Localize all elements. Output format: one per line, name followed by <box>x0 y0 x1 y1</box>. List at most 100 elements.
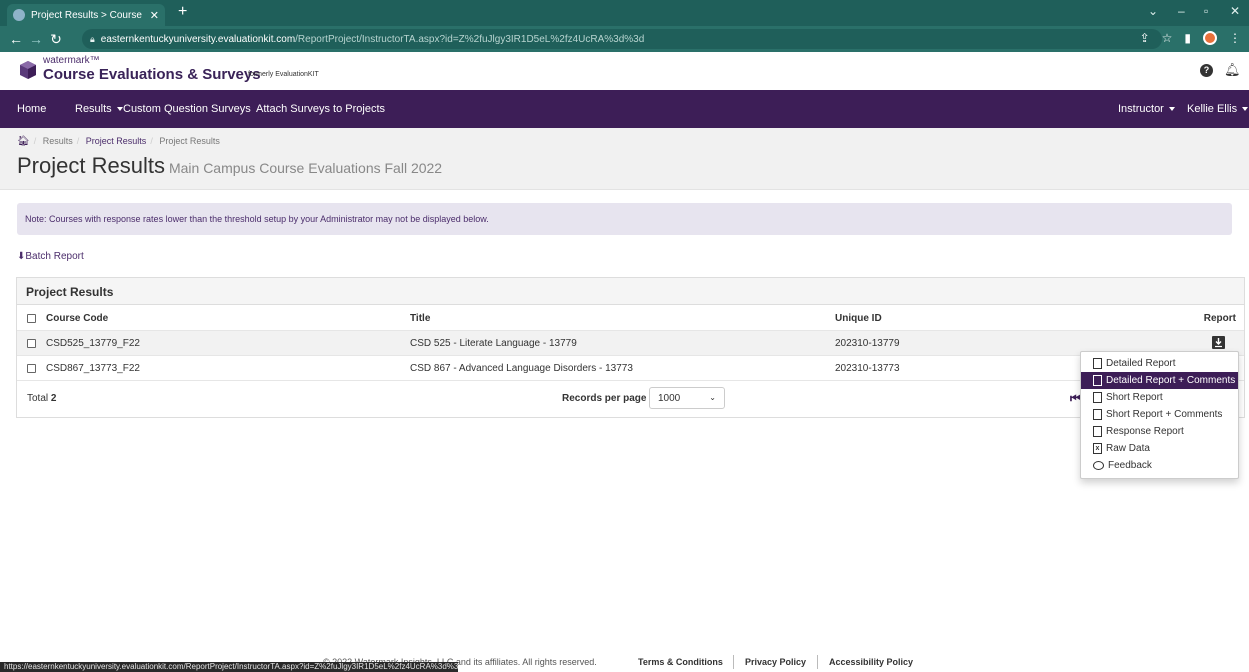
column-title: Title <box>410 313 431 324</box>
nav-role-label: Instructor <box>1118 103 1164 115</box>
menu-item-raw-data[interactable]: x Raw Data <box>1081 440 1238 457</box>
logo-watermark-text: watermark™ <box>43 55 100 66</box>
column-report: Report <box>1203 313 1236 324</box>
nav-attach-surveys[interactable]: Attach Surveys to Projects <box>256 103 385 115</box>
menu-item-label: Short Report <box>1106 392 1163 403</box>
reload-icon[interactable]: ↻ <box>46 31 66 48</box>
course-code: CSD867_13773_F22 <box>46 363 140 374</box>
close-tab-icon[interactable]: ✕ <box>150 9 159 22</box>
page-title-text: Project Results <box>17 153 165 178</box>
menu-item-label: Response Report <box>1106 426 1184 437</box>
profile-avatar-icon[interactable] <box>1203 31 1217 45</box>
threshold-note: Note: Courses with response rates lower … <box>17 203 1232 235</box>
breadcrumb-project-results-link[interactable]: Project Results <box>86 136 147 146</box>
footer-privacy-link[interactable]: Privacy Policy <box>745 657 806 667</box>
nav-home[interactable]: Home <box>17 103 46 115</box>
menu-item-response-report[interactable]: Response Report <box>1081 423 1238 440</box>
sidebar-icon[interactable]: ▮ <box>1184 31 1191 45</box>
nav-user-menu[interactable]: Kellie Ellis <box>1187 103 1249 115</box>
pdf-icon <box>1093 426 1102 437</box>
course-code: CSD525_13779_F22 <box>46 338 140 349</box>
nav-role-menu[interactable]: Instructor <box>1118 103 1175 115</box>
footer-accessibility-link[interactable]: Accessibility Policy <box>829 657 913 667</box>
nav-custom-question-surveys[interactable]: Custom Question Surveys <box>123 103 251 115</box>
breadcrumb-current: Project Results <box>159 136 220 146</box>
share-icon[interactable]: ⇪ <box>1140 31 1150 45</box>
column-course-code: Course Code <box>46 313 109 324</box>
forward-icon[interactable]: → <box>26 31 46 47</box>
page-header: 🏠︎ / Results / Project Results / Project Re… <box>0 128 1249 190</box>
chevron-down-icon <box>116 107 123 112</box>
chevron-down-icon: ⌄ <box>709 393 716 402</box>
footer-divider <box>733 655 734 669</box>
bookmark-star-icon[interactable]: ☆ <box>1162 31 1173 45</box>
total-value: 2 <box>50 393 57 404</box>
app-header: watermark™ Course Evaluations & Surveys … <box>0 52 1249 90</box>
course-title: CSD 867 - Advanced Language Disorders - … <box>410 363 633 374</box>
row-checkbox[interactable] <box>27 339 36 348</box>
menu-item-feedback[interactable]: Feedback <box>1081 457 1238 474</box>
table-header-row: Course Code Title Unique ID Report <box>17 306 1244 331</box>
menu-item-label: Feedback <box>1108 460 1152 471</box>
footer-terms-link[interactable]: Terms & Conditions <box>638 657 723 667</box>
address-bar[interactable]: 🔒︎ easternkentuckyuniversity.evaluationk… <box>82 29 1162 49</box>
comments-icon <box>1093 461 1104 470</box>
notification-bell-icon[interactable]: 🔔︎ <box>1224 62 1241 78</box>
unique-id: 202310-13773 <box>835 363 900 374</box>
pdf-icon <box>1093 392 1102 403</box>
browser-tabstrip: Project Results > Course Evaluati ✕ + ⌄ … <box>0 0 1249 26</box>
menu-item-detailed-report-comments[interactable]: Detailed Report + Comments <box>1081 372 1238 389</box>
total-count: Total 2 <box>27 393 56 404</box>
close-window-icon[interactable]: ✕ <box>1230 4 1240 18</box>
chevron-down-icon <box>1242 107 1249 112</box>
menu-item-detailed-report[interactable]: Detailed Report <box>1081 355 1238 372</box>
nav-results-label: Results <box>75 103 112 115</box>
project-results-panel: Project Results Course Code Title Unique… <box>16 277 1245 418</box>
menu-item-label: Raw Data <box>1106 443 1150 454</box>
status-bar-url: https://easternkentuckyuniversity.evalua… <box>0 662 458 672</box>
watermark-logo-icon <box>20 61 36 79</box>
records-per-page-select[interactable]: 1000 ⌄ <box>649 387 725 409</box>
chevron-down-icon <box>1168 107 1175 112</box>
table-footer: Total 2 Records per page 1000 ⌄ ⏮ <box>17 381 1244 417</box>
tab-search-icon[interactable]: ⌄ <box>1148 4 1158 18</box>
menu-item-label: Short Report + Comments <box>1106 409 1223 420</box>
restore-icon[interactable]: ▫ <box>1204 4 1208 18</box>
help-icon[interactable]: ? <box>1200 64 1213 77</box>
column-unique-id: Unique ID <box>835 313 882 324</box>
lock-icon: 🔒︎ <box>90 33 95 44</box>
breadcrumb: 🏠︎ / Results / Project Results / Project Re… <box>17 136 220 147</box>
menu-item-short-report[interactable]: Short Report <box>1081 389 1238 406</box>
panel-title: Project Results <box>17 278 1244 305</box>
back-icon[interactable]: ← <box>6 31 26 47</box>
batch-report-link[interactable]: ⬇Batch Report <box>17 251 84 262</box>
new-tab-icon[interactable]: + <box>178 4 187 20</box>
menu-item-label: Detailed Report <box>1106 358 1176 369</box>
page-subtitle: Main Campus Course Evaluations Fall 2022 <box>168 160 443 176</box>
records-per-page-value: 1000 <box>658 393 681 404</box>
browser-menu-icon[interactable]: ⋮ <box>1229 31 1241 45</box>
logo-formerly-text: formerly EvaluationKIT <box>248 71 319 78</box>
home-icon[interactable]: 🏠︎ <box>17 136 30 147</box>
browser-tab[interactable]: Project Results > Course Evaluati ✕ <box>7 4 165 26</box>
records-per-page-label: Records per page <box>562 393 647 404</box>
pdf-icon <box>1093 358 1102 369</box>
select-all-checkbox[interactable] <box>27 314 36 323</box>
page-title: Project Results Main Campus Course Evalua… <box>17 153 442 179</box>
report-download-icon[interactable] <box>1212 336 1225 349</box>
table-row: CSD525_13779_F22 CSD 525 - Literate Lang… <box>17 331 1244 356</box>
report-dropdown-menu: Detailed Report Detailed Report + Commen… <box>1080 351 1239 479</box>
url-path: /ReportProject/InstructorTA.aspx?id=Z%2f… <box>295 33 645 45</box>
nav-user-label: Kellie Ellis <box>1187 103 1238 115</box>
course-title: CSD 525 - Literate Language - 13779 <box>410 338 577 349</box>
minimize-icon[interactable]: – <box>1178 4 1185 18</box>
row-checkbox[interactable] <box>27 364 36 373</box>
excel-icon: x <box>1093 443 1102 454</box>
main-navbar: Home Results Custom Question Surveys Att… <box>0 90 1249 128</box>
pdf-icon <box>1093 409 1102 420</box>
unique-id: 202310-13779 <box>835 338 900 349</box>
nav-results[interactable]: Results <box>75 103 123 115</box>
tab-title: Project Results > Course Evaluati <box>31 9 144 21</box>
menu-item-short-report-comments[interactable]: Short Report + Comments <box>1081 406 1238 423</box>
menu-item-label: Detailed Report + Comments <box>1106 375 1236 386</box>
